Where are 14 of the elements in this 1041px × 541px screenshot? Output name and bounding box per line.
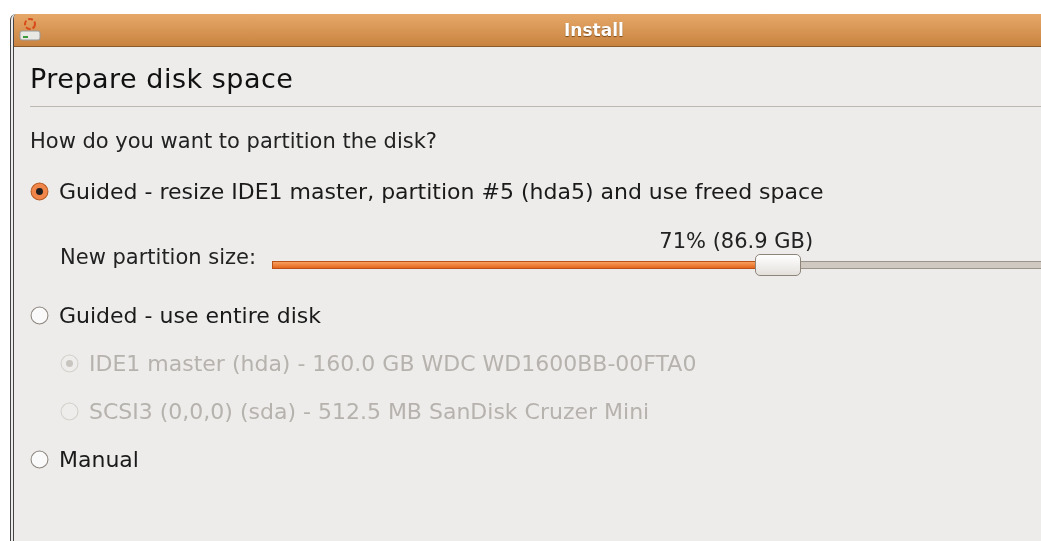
radio-button[interactable] bbox=[30, 181, 49, 201]
window-title: Install bbox=[564, 20, 624, 40]
option-label[interactable]: Guided - resize IDE1 master, partition #5 (hda5) and use freed space bbox=[59, 178, 824, 204]
slider-handle[interactable] bbox=[754, 254, 801, 276]
size-label: New partition size: bbox=[60, 245, 257, 271]
question-text: How do you want to partition the disk? bbox=[30, 129, 438, 153]
size-slider[interactable] bbox=[272, 253, 1041, 277]
option-label[interactable]: Guided - use entire disk bbox=[59, 302, 321, 328]
radio-button[interactable] bbox=[30, 305, 49, 325]
size-reading: 71% (86.9 GB) bbox=[659, 229, 814, 253]
drive-icon bbox=[18, 17, 44, 43]
page-heading: Prepare disk space bbox=[30, 62, 295, 96]
radio-button[interactable] bbox=[30, 449, 49, 469]
option-label[interactable]: Manual bbox=[59, 446, 139, 472]
